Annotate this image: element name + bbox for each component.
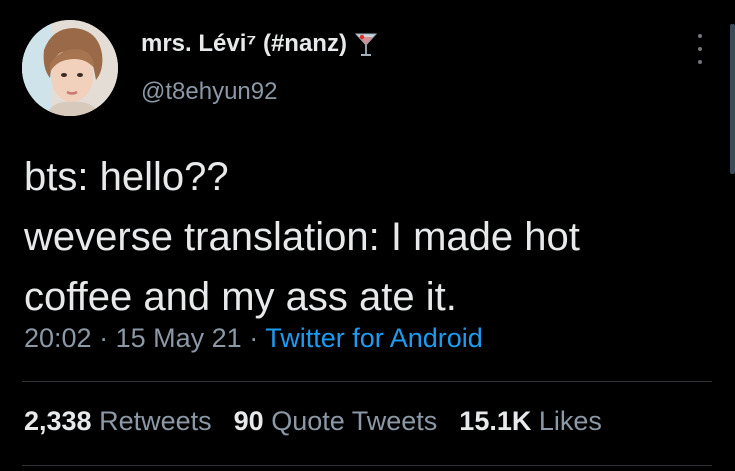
more-dot-icon — [698, 34, 702, 38]
retweets-count: 2,338 — [24, 406, 100, 436]
tweet-text-line: bts: hello?? — [24, 155, 229, 199]
tweet-meta: 20:02 · 15 May 21 · Twitter for Android — [24, 323, 483, 354]
retweets-stat[interactable]: 2,338 Retweets — [24, 406, 212, 437]
tweet-text-line: weverse translation: I made hot — [24, 215, 580, 259]
tweet-text: bts: hello?? weverse translation: I made… — [24, 147, 714, 327]
tweet-source-link[interactable]: Twitter for Android — [265, 323, 483, 353]
tweet-stats: 2,338 Retweets 90 Quote Tweets 15.1K Lik… — [24, 406, 624, 437]
retweets-label: Retweets — [99, 406, 212, 436]
divider — [22, 465, 712, 466]
quote-tweets-label: Quote Tweets — [271, 406, 438, 436]
author-handle[interactable]: @t8ehyun92 — [141, 78, 277, 106]
tweet-text-line: coffee and my ass ate it. — [24, 275, 457, 319]
more-options-button[interactable] — [688, 34, 712, 64]
author-display-name[interactable]: mrs. Lévi⁷ (#nanz) — [141, 30, 347, 58]
more-dot-icon — [698, 60, 702, 64]
scrollbar[interactable] — [730, 24, 735, 174]
likes-stat[interactable]: 15.1K Likes — [459, 406, 602, 437]
quote-tweets-count: 90 — [233, 406, 272, 436]
more-dot-icon — [698, 47, 702, 51]
tweet-detail: mrs. Lévi⁷ (#nanz) @t8ehyun92 bts: hello… — [0, 0, 735, 471]
likes-label: Likes — [538, 406, 602, 436]
quote-tweets-stat[interactable]: 90 Quote Tweets — [234, 406, 438, 437]
likes-count: 15.1K — [459, 406, 539, 436]
tweet-date[interactable]: 15 May 21 — [116, 323, 242, 353]
avatar[interactable] — [22, 20, 118, 116]
tweet-time[interactable]: 20:02 — [24, 323, 92, 353]
cocktail-glass-icon — [353, 30, 379, 58]
meta-separator: · — [249, 323, 266, 353]
divider — [22, 381, 712, 382]
meta-separator: · — [99, 323, 116, 353]
author-name-row[interactable]: mrs. Lévi⁷ (#nanz) — [141, 30, 379, 58]
